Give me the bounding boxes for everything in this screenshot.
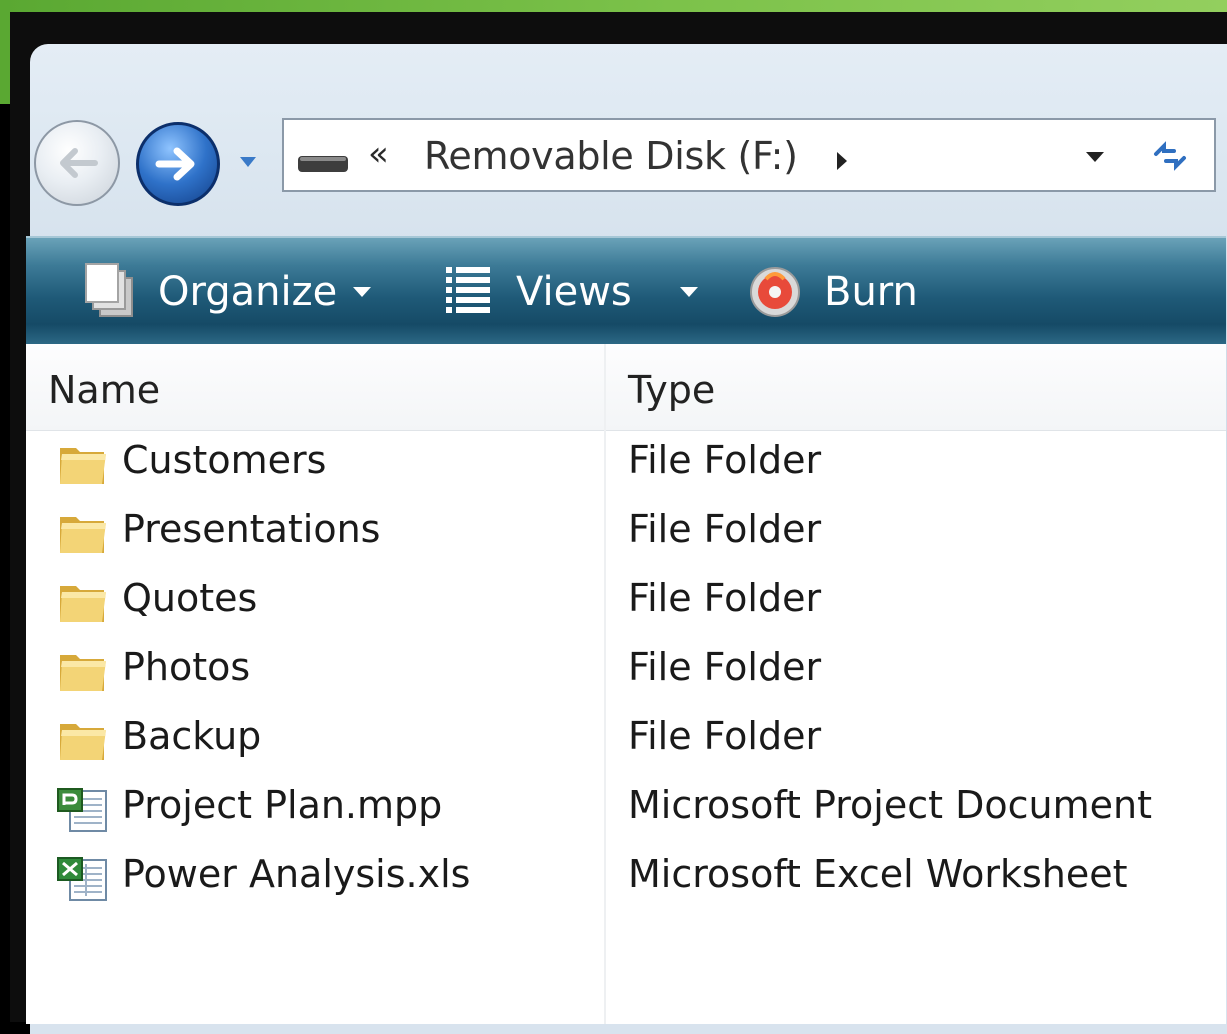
file-name: Project Plan.mpp [122, 783, 443, 827]
command-toolbar: Organize Views Burn [26, 236, 1226, 346]
file-name: Presentations [122, 507, 381, 551]
back-button[interactable] [34, 120, 120, 206]
column-header-row: Name Type [26, 344, 1226, 431]
breadcrumb-arrow-icon[interactable] [834, 150, 850, 172]
file-name: Photos [122, 645, 251, 689]
recent-pages-dropdown[interactable] [238, 154, 258, 170]
address-dropdown-icon[interactable] [1084, 150, 1106, 164]
file-list-pane: Name Type Customers File Folder Presenta… [26, 344, 1226, 1024]
file-type: Microsoft Excel Worksheet [628, 852, 1128, 896]
address-path-segment[interactable]: Removable Disk (F:) [424, 134, 798, 178]
list-item[interactable]: Quotes File Folder [26, 568, 1226, 637]
folder-icon [60, 724, 106, 760]
folder-icon [60, 517, 106, 553]
list-item[interactable]: Power Analysis.xls Microsoft Excel Works… [26, 844, 1226, 913]
file-type: Microsoft Project Document [628, 783, 1152, 827]
chevron-down-icon [240, 157, 256, 167]
excel-file-icon [57, 857, 107, 901]
file-type: File Folder [628, 576, 822, 620]
views-label: Views [516, 269, 632, 315]
views-button[interactable]: Views [444, 238, 700, 346]
back-arrow-icon [60, 148, 98, 178]
chevron-down-icon [353, 287, 372, 297]
removable-drive-icon [298, 156, 348, 172]
list-item[interactable]: Photos File Folder [26, 637, 1226, 706]
refresh-button[interactable] [1136, 118, 1216, 192]
list-item[interactable]: Backup File Folder [26, 706, 1226, 775]
file-name: Quotes [122, 576, 258, 620]
file-type: File Folder [628, 714, 822, 758]
burn-label: Burn [824, 269, 918, 315]
column-header-name[interactable]: Name [48, 368, 160, 412]
refresh-icon [1154, 141, 1186, 171]
organize-button[interactable]: Organize [84, 238, 373, 346]
list-item[interactable]: Presentations File Folder [26, 499, 1226, 568]
list-item[interactable]: Customers File Folder [26, 430, 1226, 499]
file-list: Customers File Folder Presentations File… [26, 430, 1226, 913]
file-name: Customers [122, 438, 327, 482]
chevron-down-icon [679, 287, 698, 297]
file-name: Backup [122, 714, 262, 758]
file-type: File Folder [628, 645, 822, 689]
views-list-icon [446, 267, 490, 313]
file-type: File Folder [628, 438, 822, 482]
project-file-icon [57, 788, 107, 832]
organize-label: Organize [158, 269, 338, 315]
organize-icon [85, 263, 133, 317]
column-header-type[interactable]: Type [628, 368, 715, 412]
address-bar[interactable]: « Removable Disk (F:) [282, 118, 1142, 192]
burn-disc-icon [750, 267, 800, 317]
file-type: File Folder [628, 507, 822, 551]
address-overflow-chevron[interactable]: « [368, 134, 389, 174]
forward-arrow-icon [155, 147, 195, 181]
folder-icon [60, 586, 106, 622]
folder-icon [60, 655, 106, 691]
file-name: Power Analysis.xls [122, 852, 471, 896]
forward-button[interactable] [136, 122, 220, 206]
folder-icon [60, 448, 106, 484]
burn-button[interactable]: Burn [748, 238, 918, 346]
list-item[interactable]: Project Plan.mpp Microsoft Project Docum… [26, 775, 1226, 844]
